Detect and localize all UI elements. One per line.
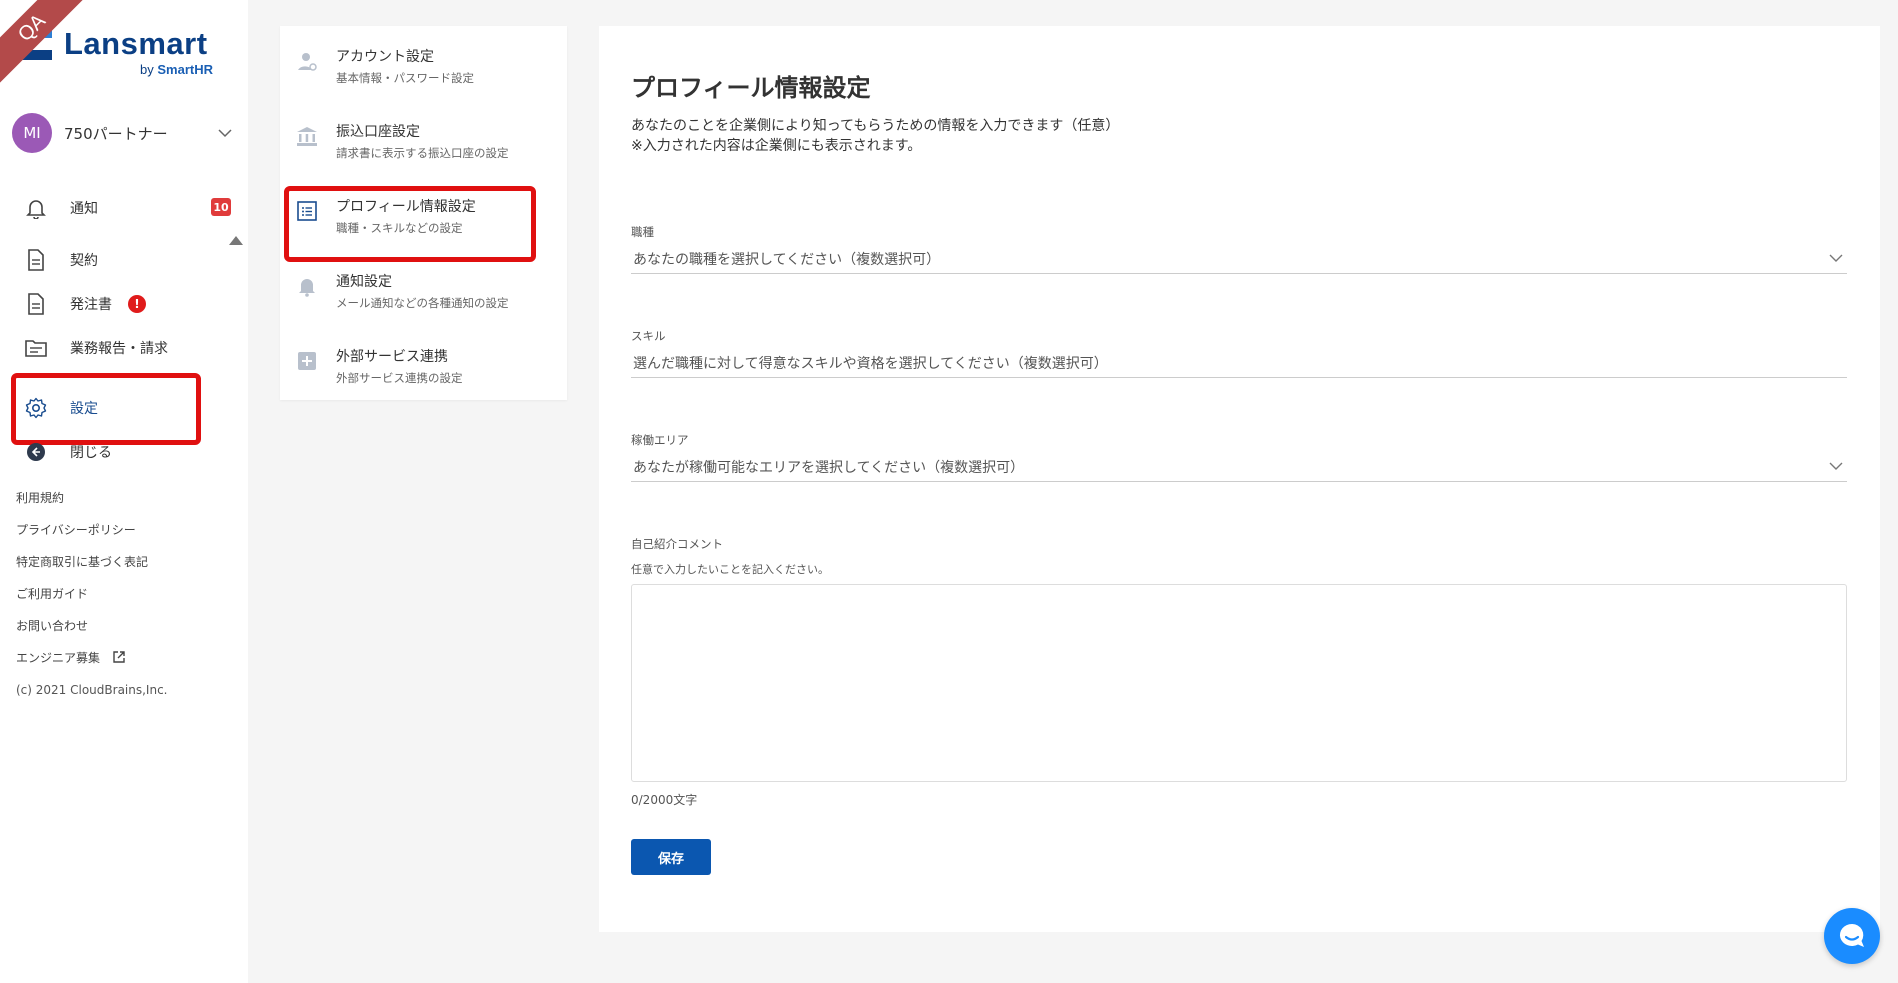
self-intro-label: 自己紹介コメント [631, 537, 723, 551]
plus-square-icon [298, 352, 316, 370]
job-select[interactable]: あなたの職種を選択してください（複数選択可） [631, 245, 1847, 274]
menu-desc: 基本情報・パスワード設定 [336, 71, 474, 85]
chat-bubble-icon [1839, 923, 1864, 947]
work-area-placeholder: あなたが稼働可能なエリアを選択してください（複数選択可） [633, 460, 1025, 476]
menu-desc: 外部サービス連携の設定 [336, 371, 463, 385]
footer-link-terms[interactable]: 利用規約 [16, 490, 168, 522]
sidebar: Lansmart by SmartHR QA MI 750パートナー 通知 10… [0, 0, 248, 983]
list-icon [297, 201, 317, 221]
nav-item-reports-billing[interactable]: 業務報告・請求 [24, 333, 168, 363]
scroll-up-arrow[interactable] [229, 236, 243, 245]
footer-link-engineer-recruit[interactable]: エンジニア募集 [16, 650, 168, 682]
menu-desc: メール通知などの各種通知の設定 [336, 296, 509, 310]
skill-select[interactable]: 選んだ職種に対して得意なスキルや資格を選択してください（複数選択可） [631, 349, 1847, 378]
nav-label: 契約 [70, 253, 98, 269]
settings-menu-item-notifications[interactable]: 通知設定 メール通知などの各種通知の設定 [280, 251, 567, 317]
self-intro-hint: 任意で入力したいことを記入ください。 [631, 563, 829, 576]
footer-link-privacy[interactable]: プライバシーポリシー [16, 522, 168, 554]
settings-menu: アカウント設定 基本情報・パスワード設定 振込口座設定 請求書に表示する振込口座… [280, 26, 567, 400]
bell-icon [299, 279, 315, 297]
skill-label: スキル [631, 329, 666, 343]
logo-byline: by SmartHR [140, 62, 213, 77]
document-icon [24, 248, 48, 272]
footer-link-commerce-law[interactable]: 特定商取引に基づく表記 [16, 554, 168, 586]
nav-item-settings[interactable]: 設定 [24, 393, 98, 423]
chevron-down-icon [218, 129, 232, 138]
menu-title: 振込口座設定 [336, 124, 420, 140]
copyright: (c) 2021 CloudBrains,Inc. [16, 683, 168, 697]
nav-label: 設定 [70, 401, 98, 417]
gear-icon [24, 396, 48, 420]
bank-icon [297, 127, 317, 146]
nav-item-contracts[interactable]: 契約 [24, 245, 98, 275]
footer-link-guide[interactable]: ご利用ガイド [16, 586, 168, 618]
menu-title: プロフィール情報設定 [336, 199, 476, 215]
external-link-icon [113, 651, 125, 663]
avatar: MI [12, 113, 52, 153]
arrow-left-circle-icon [24, 440, 48, 464]
menu-desc: 職種・スキルなどの設定 [336, 221, 463, 235]
account-name: 750パートナー [64, 124, 168, 143]
job-placeholder: あなたの職種を選択してください（複数選択可） [633, 252, 941, 268]
menu-desc: 請求書に表示する振込口座の設定 [336, 146, 509, 160]
menu-title: 通知設定 [336, 274, 392, 290]
notification-count-badge: 10 [211, 198, 231, 216]
chevron-down-icon [1829, 462, 1843, 470]
save-button[interactable]: 保存 [631, 839, 711, 875]
character-counter: 0/2000文字 [631, 793, 698, 807]
self-intro-textarea[interactable] [631, 584, 1847, 782]
info-alert-icon: ! [128, 295, 146, 313]
settings-menu-item-account[interactable]: アカウント設定 基本情報・パスワード設定 [280, 26, 567, 92]
work-area-select[interactable]: あなたが稼働可能なエリアを選択してください（複数選択可） [631, 453, 1847, 482]
skill-placeholder: 選んだ職種に対して得意なスキルや資格を選択してください（複数選択可） [633, 356, 1108, 372]
nav-item-purchase-orders[interactable]: 発注書 ! [24, 289, 146, 319]
logo-text: Lansmart [64, 26, 208, 61]
user-settings-icon [298, 53, 317, 71]
menu-title: 外部サービス連携 [336, 349, 448, 365]
job-label: 職種 [631, 225, 654, 239]
nav-item-close[interactable]: 閉じる [24, 437, 112, 467]
nav-label: 閉じる [70, 445, 112, 461]
work-area-label: 稼働エリア [631, 433, 689, 447]
page-title: プロフィール情報設定 [631, 74, 871, 102]
document-icon [24, 292, 48, 316]
nav-label: 通知 [70, 201, 98, 217]
settings-menu-item-external-services[interactable]: 外部サービス連携 外部サービス連携の設定 [280, 326, 567, 392]
folder-icon [24, 336, 48, 360]
page-description: あなたのことを企業側により知ってもらうための情報を入力できます（任意） ※入力さ… [631, 118, 1120, 154]
footer-link-contact[interactable]: お問い合わせ [16, 618, 168, 650]
chevron-down-icon [1829, 254, 1843, 262]
bell-icon [24, 196, 48, 220]
nav-label: 発注書 [70, 297, 112, 313]
chat-support-button[interactable] [1824, 908, 1880, 964]
settings-menu-item-profile[interactable]: プロフィール情報設定 職種・スキルなどの設定 [280, 176, 567, 242]
nav-item-notifications[interactable]: 通知 [24, 193, 98, 223]
profile-settings-panel: プロフィール情報設定 あなたのことを企業側により知ってもらうための情報を入力でき… [599, 26, 1880, 932]
account-switcher[interactable]: MI 750パートナー [12, 113, 232, 153]
footer-links: 利用規約 プライバシーポリシー 特定商取引に基づく表記 ご利用ガイド お問い合わ… [16, 490, 168, 714]
nav-label: 業務報告・請求 [70, 341, 168, 357]
settings-menu-item-bank-account[interactable]: 振込口座設定 請求書に表示する振込口座の設定 [280, 101, 567, 167]
menu-title: アカウント設定 [336, 49, 434, 65]
